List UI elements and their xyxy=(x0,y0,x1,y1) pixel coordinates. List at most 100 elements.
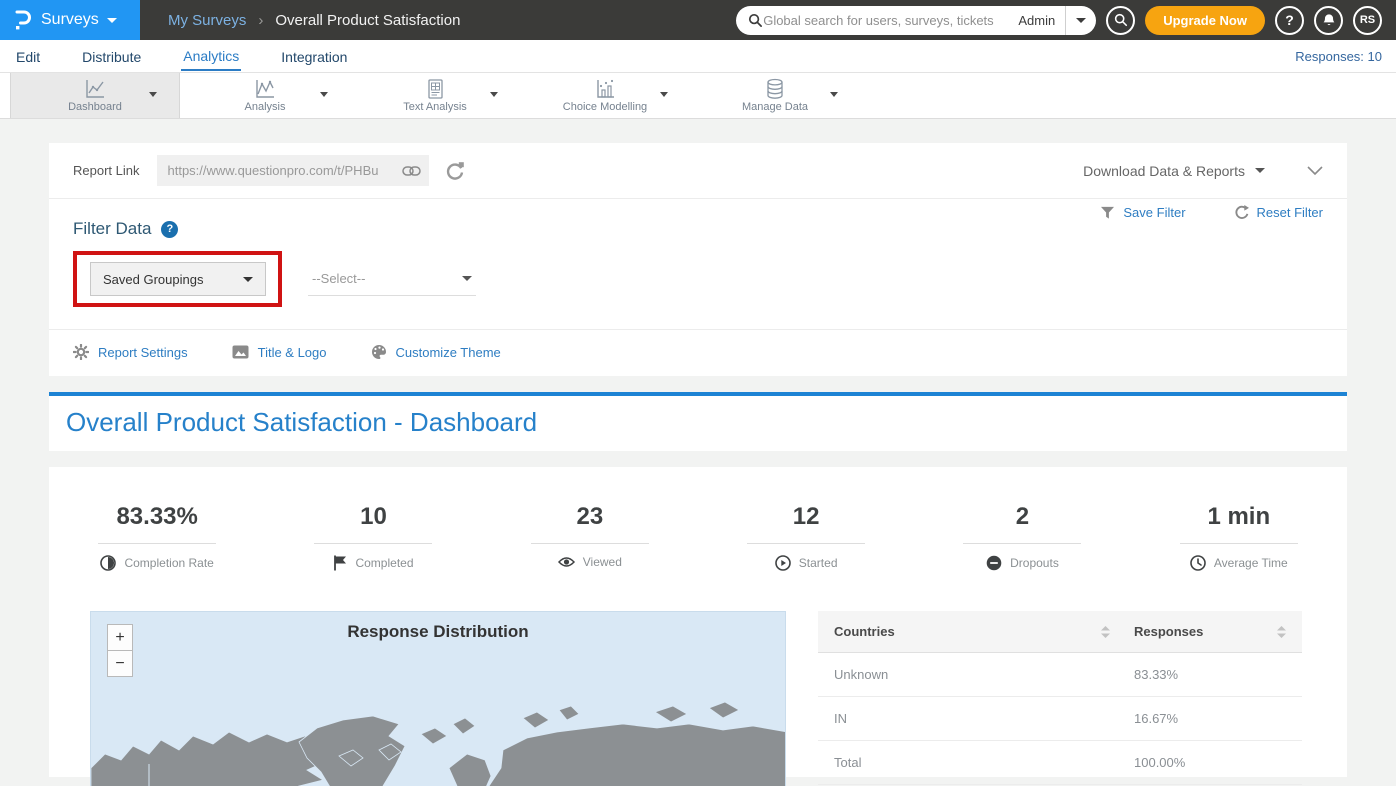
stat-value: 1 min xyxy=(1131,503,1347,531)
map-title: Response Distribution xyxy=(91,622,785,642)
search-icon xyxy=(748,13,763,28)
toolbar-label-choice-modelling: Choice Modelling xyxy=(563,101,647,113)
global-search-input[interactable] xyxy=(763,13,1008,28)
tab-integration[interactable]: Integration xyxy=(279,43,349,70)
country-responses: 100.00% xyxy=(1134,755,1185,770)
filter-select-dropdown[interactable]: --Select-- xyxy=(308,262,476,296)
bell-icon xyxy=(1322,13,1336,28)
search-button[interactable] xyxy=(1106,6,1135,35)
collapse-chevron-icon[interactable] xyxy=(1307,166,1323,176)
stat-label: Completed xyxy=(355,556,413,570)
flag-icon xyxy=(333,555,347,571)
tab-distribute[interactable]: Distribute xyxy=(80,43,143,70)
filter-help-icon[interactable]: ? xyxy=(161,221,178,238)
chevron-down-icon[interactable] xyxy=(830,92,838,97)
map-zoom-out-button[interactable]: − xyxy=(107,650,133,677)
link-icon[interactable] xyxy=(402,165,421,177)
app-menu-label[interactable]: Surveys xyxy=(41,11,99,29)
stat-completion-rate: 83.33% Completion Rate xyxy=(49,503,265,571)
reset-refresh-icon xyxy=(1234,205,1249,220)
tab-analytics[interactable]: Analytics xyxy=(181,42,241,71)
toolbar-item-dashboard[interactable]: Dashboard xyxy=(10,73,180,118)
stat-value: 23 xyxy=(482,503,698,531)
country-responses: 16.67% xyxy=(1134,711,1178,726)
toolbar-item-text-analysis[interactable]: Text Analysis xyxy=(350,73,520,118)
stat-completed: 10 Completed xyxy=(265,503,481,571)
half-pie-icon xyxy=(100,555,116,571)
toolbar-label-manage-data: Manage Data xyxy=(742,101,808,113)
text-document-icon xyxy=(424,78,446,100)
map-zoom-in-button[interactable]: + xyxy=(107,624,133,651)
title-logo-link[interactable]: Title & Logo xyxy=(232,345,327,360)
stat-viewed: 23 Viewed xyxy=(482,503,698,571)
responses-count: Responses: 10 xyxy=(1295,49,1382,64)
stat-value: 2 xyxy=(914,503,1130,531)
download-data-reports-dropdown[interactable]: Download Data & Reports xyxy=(1083,163,1265,179)
responses-header-label: Responses xyxy=(1134,624,1203,639)
stats-row: 83.33% Completion Rate 10 xyxy=(49,503,1347,571)
stat-label: Average Time xyxy=(1214,556,1288,570)
report-settings-link[interactable]: Report Settings xyxy=(73,344,188,360)
customize-theme-label: Customize Theme xyxy=(396,345,501,360)
reset-filter-button[interactable]: Reset Filter xyxy=(1234,205,1323,220)
toolbar-label-analysis: Analysis xyxy=(245,101,286,113)
download-data-reports-label: Download Data & Reports xyxy=(1083,163,1245,179)
saved-groupings-label: Saved Groupings xyxy=(103,272,203,287)
report-title-band: Overall Product Satisfaction - Dashboard xyxy=(49,392,1347,451)
line-chart-icon xyxy=(83,78,107,100)
stat-value: 10 xyxy=(265,503,481,531)
breadcrumb-separator: › xyxy=(258,12,263,29)
chevron-down-icon xyxy=(462,276,472,281)
table-row: IN 16.67% xyxy=(818,697,1302,741)
chevron-down-icon[interactable] xyxy=(490,92,498,97)
help-button[interactable]: ? xyxy=(1275,6,1304,35)
countries-table: Countries Responses Unknown 83.33% xyxy=(818,611,1302,786)
save-filter-button[interactable]: Save Filter xyxy=(1100,205,1185,220)
upgrade-now-button[interactable]: Upgrade Now xyxy=(1145,6,1265,35)
toolbar-label-dashboard: Dashboard xyxy=(68,101,122,113)
save-filter-label: Save Filter xyxy=(1123,205,1185,220)
search-scope-dropdown[interactable] xyxy=(1066,6,1096,35)
app-logo-menu[interactable]: Surveys xyxy=(0,0,140,40)
gear-icon xyxy=(73,344,89,360)
filter-funnel-icon xyxy=(1100,206,1115,220)
minus-circle-icon xyxy=(986,555,1002,571)
breadcrumb-parent[interactable]: My Surveys xyxy=(168,12,246,29)
report-link-field xyxy=(157,155,429,186)
chevron-down-icon xyxy=(1255,168,1265,173)
stat-label: Viewed xyxy=(583,555,622,569)
sort-countries-icon[interactable] xyxy=(1101,626,1110,638)
chevron-down-icon[interactable] xyxy=(320,92,328,97)
avatar[interactable]: RS xyxy=(1353,6,1382,35)
country-name: Unknown xyxy=(834,667,888,682)
tab-edit[interactable]: Edit xyxy=(14,43,42,70)
chevron-down-icon xyxy=(1076,18,1086,23)
palette-icon xyxy=(371,344,387,360)
share-icon[interactable] xyxy=(445,161,465,181)
analysis-chart-icon xyxy=(253,78,277,100)
sort-responses-icon[interactable] xyxy=(1277,626,1286,638)
saved-groupings-dropdown[interactable]: Saved Groupings xyxy=(90,262,266,296)
country-name: Total xyxy=(834,755,861,770)
chevron-down-icon[interactable] xyxy=(149,92,157,97)
chevron-down-icon xyxy=(243,277,253,282)
survey-nav-tabs: Edit Distribute Analytics Integration Re… xyxy=(0,40,1396,73)
toolbar-item-choice-modelling[interactable]: Choice Modelling xyxy=(520,73,690,118)
database-icon xyxy=(764,78,786,100)
world-map[interactable] xyxy=(91,690,786,786)
country-name: IN xyxy=(834,711,847,726)
customize-theme-link[interactable]: Customize Theme xyxy=(371,344,501,360)
toolbar-item-manage-data[interactable]: Manage Data xyxy=(690,73,860,118)
report-link-input[interactable] xyxy=(167,163,402,178)
stat-average-time: 1 min Average Time xyxy=(1131,503,1347,571)
country-responses: 83.33% xyxy=(1134,667,1178,682)
countries-header-label: Countries xyxy=(834,624,895,639)
notifications-button[interactable] xyxy=(1314,6,1343,35)
stat-value: 83.33% xyxy=(49,503,265,531)
chevron-down-icon[interactable] xyxy=(660,92,668,97)
toolbar-item-analysis[interactable]: Analysis xyxy=(180,73,350,118)
top-bar: Surveys My Surveys › Overall Product Sat… xyxy=(0,0,1396,40)
stat-dropouts: 2 Dropouts xyxy=(914,503,1130,571)
search-scope-label[interactable]: Admin xyxy=(1008,13,1065,28)
play-circle-icon xyxy=(775,555,791,571)
